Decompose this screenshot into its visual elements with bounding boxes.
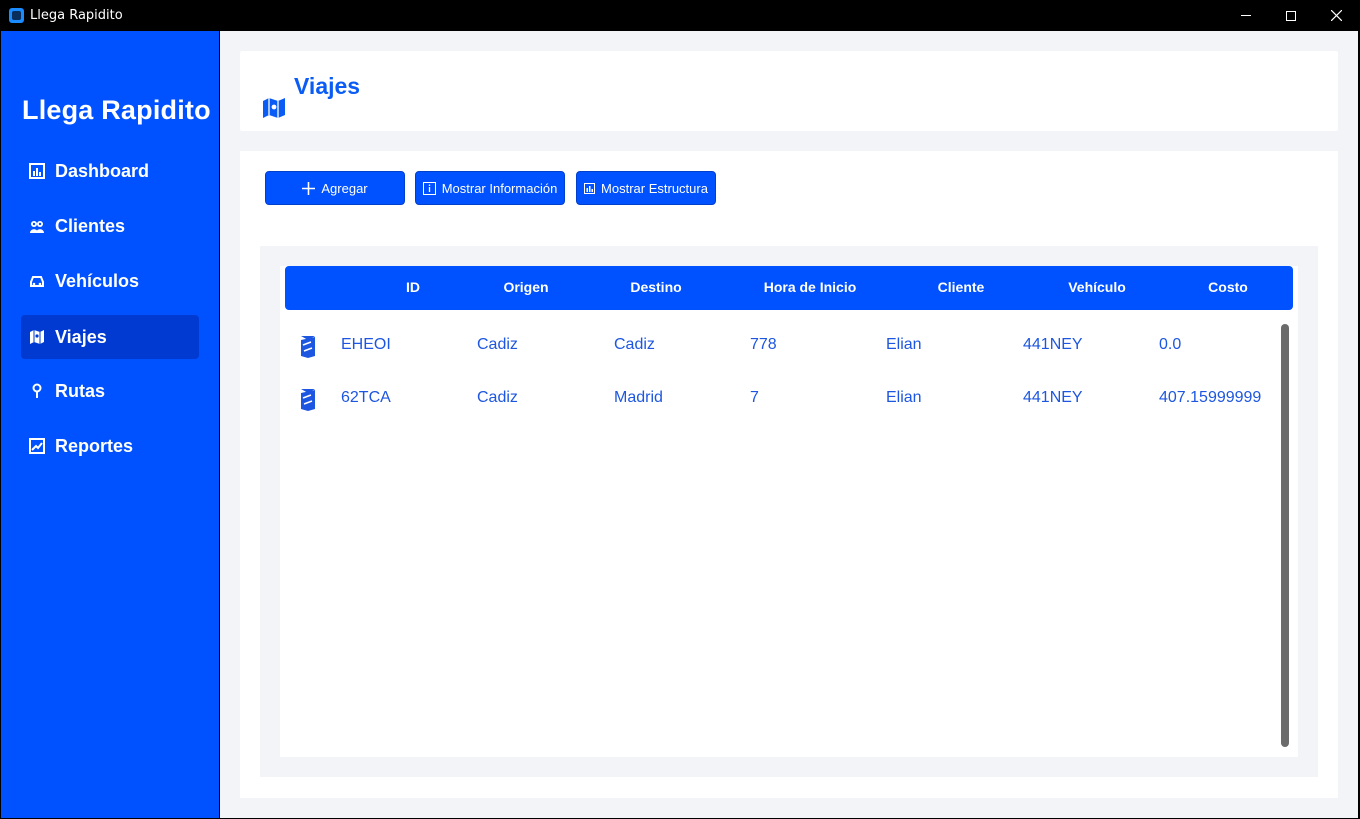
column-header-destino[interactable]: Destino (630, 279, 681, 295)
cell-hora-inicio: 7 (750, 389, 759, 406)
cell-destino: Cadiz (614, 336, 655, 353)
column-header-id[interactable]: ID (406, 279, 420, 295)
plus-icon (302, 181, 316, 195)
cell-origen: Cadiz (477, 336, 518, 353)
table-header: ID Origen Destino Hora de Inicio Cliente… (285, 266, 1293, 310)
info-icon (422, 181, 436, 195)
column-header-cliente[interactable]: Cliente (938, 279, 985, 295)
sidebar: Llega Rapidito Dashboard Clientes Vehícu… (1, 31, 219, 818)
column-header-costo[interactable]: Costo (1208, 279, 1248, 295)
pin-icon (29, 383, 45, 399)
add-button-label: Agregar (321, 180, 368, 196)
window-title: Llega Rapidito (30, 8, 123, 23)
header-card: Viajes (240, 51, 1338, 131)
cell-costo: 0.0 (1159, 336, 1182, 353)
structure-icon (584, 182, 596, 194)
table-scrollbar[interactable] (1281, 324, 1289, 747)
minimize-button[interactable] (1223, 0, 1269, 31)
sidebar-item-label: Rutas (55, 380, 106, 401)
table-row[interactable]: EHEOI Cadiz Cadiz 778 Elian 441NEY 0.0 (280, 325, 1270, 365)
car-icon (29, 273, 45, 289)
cell-id: EHEOI (341, 336, 391, 353)
page-title: Viajes (294, 73, 361, 99)
trip-row-icon (301, 336, 315, 358)
brand-title: Llega Rapidito (22, 95, 211, 125)
map-icon (263, 98, 285, 118)
sidebar-item-rutas[interactable]: Rutas (21, 369, 199, 413)
dashboard-icon (29, 163, 45, 179)
show-info-button-label: Mostrar Información (441, 180, 558, 196)
sidebar-item-label: Viajes (55, 326, 107, 347)
trip-row-icon (301, 389, 315, 411)
close-button[interactable] (1313, 0, 1359, 31)
cell-vehiculo: 441NEY (1023, 336, 1083, 353)
cell-destino: Madrid (614, 389, 663, 406)
column-header-origen[interactable]: Origen (503, 279, 548, 295)
show-structure-button-label: Mostrar Estructura (601, 180, 708, 196)
cell-id: 62TCA (341, 389, 391, 406)
add-button[interactable]: Agregar (265, 171, 405, 205)
maximize-button[interactable] (1268, 0, 1314, 31)
column-header-vehiculo[interactable]: Vehículo (1068, 279, 1126, 295)
table-row[interactable]: 62TCA Cadiz Madrid 7 Elian 441NEY 407.15… (280, 378, 1270, 418)
sidebar-item-clientes[interactable]: Clientes (21, 204, 199, 248)
cell-cliente: Elian (886, 336, 922, 353)
map-icon (29, 329, 45, 345)
cell-cliente: Elian (886, 389, 922, 406)
sidebar-item-label: Vehículos (55, 270, 140, 291)
window-titlebar: Llega Rapidito (0, 0, 1360, 31)
sidebar-item-label: Reportes (55, 435, 134, 456)
sidebar-item-label: Clientes (55, 215, 126, 236)
close-icon (1330, 10, 1342, 21)
column-header-hora-inicio[interactable]: Hora de Inicio (764, 279, 857, 295)
sidebar-item-viajes[interactable]: Viajes (21, 315, 199, 359)
sidebar-item-vehiculos[interactable]: Vehículos (21, 259, 199, 303)
show-info-button[interactable]: Mostrar Información (415, 171, 565, 205)
report-icon (29, 438, 45, 454)
sidebar-item-dashboard[interactable]: Dashboard (21, 149, 199, 193)
app-icon (9, 8, 24, 23)
main-card: Agregar Mostrar Información Mostrar Estr… (240, 151, 1338, 798)
cell-hora-inicio: 778 (750, 336, 777, 353)
table-container: ID Origen Destino Hora de Inicio Cliente… (260, 246, 1318, 777)
sidebar-item-reportes[interactable]: Reportes (21, 424, 199, 468)
sidebar-item-label: Dashboard (55, 160, 150, 181)
trips-table: ID Origen Destino Hora de Inicio Cliente… (280, 266, 1298, 757)
clients-icon (29, 218, 45, 234)
cell-origen: Cadiz (477, 389, 518, 406)
cell-costo: 407.15999999 (1159, 389, 1262, 406)
content-area: Viajes Agregar Mostrar Información Mostr… (220, 31, 1358, 818)
cell-vehiculo: 441NEY (1023, 389, 1083, 406)
show-structure-button[interactable]: Mostrar Estructura (576, 171, 716, 205)
